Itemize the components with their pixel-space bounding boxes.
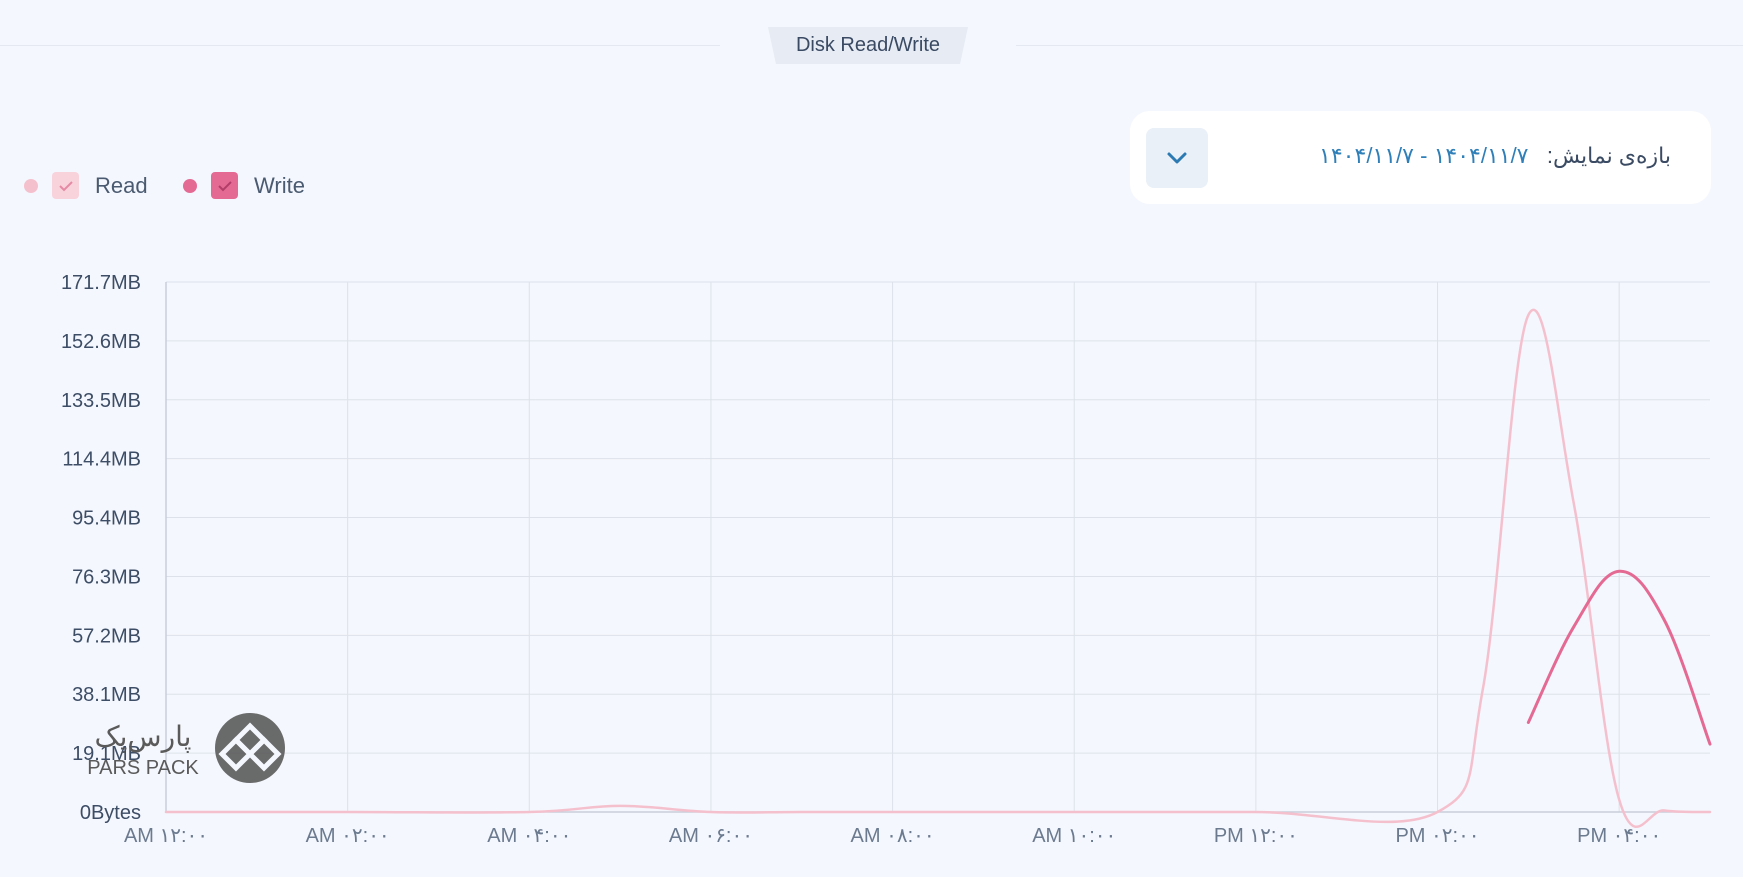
x-tick-label: PM ۰۲:۰۰ bbox=[1395, 825, 1479, 847]
brand-en: PARS PACK bbox=[88, 757, 199, 779]
y-tick-label: 57.2MB bbox=[72, 625, 141, 647]
y-tick-label: 152.6MB bbox=[61, 331, 141, 353]
y-tick-label: 76.3MB bbox=[72, 566, 141, 588]
x-tick-label: PM ۰۴:۰۰ bbox=[1577, 825, 1661, 847]
x-tick-label: AM ۰۶:۰۰ bbox=[669, 825, 753, 847]
y-tick-label: 171.7MB bbox=[61, 272, 141, 294]
x-tick-label: AM ۰۸:۰۰ bbox=[851, 825, 935, 847]
x-tick-label: AM ۰۲:۰۰ bbox=[306, 825, 390, 847]
brand-fa: پارس‌پک bbox=[95, 720, 192, 753]
y-tick-label: 133.5MB bbox=[61, 390, 141, 412]
x-tick-label: AM ۱۲:۰۰ bbox=[124, 825, 208, 847]
x-tick-label: PM ۱۲:۰۰ bbox=[1214, 825, 1298, 847]
y-tick-label: 0Bytes bbox=[80, 802, 141, 824]
y-tick-label: 95.4MB bbox=[72, 508, 141, 530]
pars-pack-logo: پارس‌پک PARS PACK bbox=[87, 713, 285, 783]
y-tick-label: 114.4MB bbox=[62, 449, 141, 471]
series-read-line bbox=[164, 308, 1712, 828]
y-tick-label: 38.1MB bbox=[72, 684, 141, 706]
x-tick-label: AM ۱۰:۰۰ bbox=[1032, 825, 1116, 847]
x-tick-label: AM ۰۴:۰۰ bbox=[487, 825, 571, 847]
pars-pack-watermark: پارس‌پک PARS PACK bbox=[87, 712, 288, 787]
